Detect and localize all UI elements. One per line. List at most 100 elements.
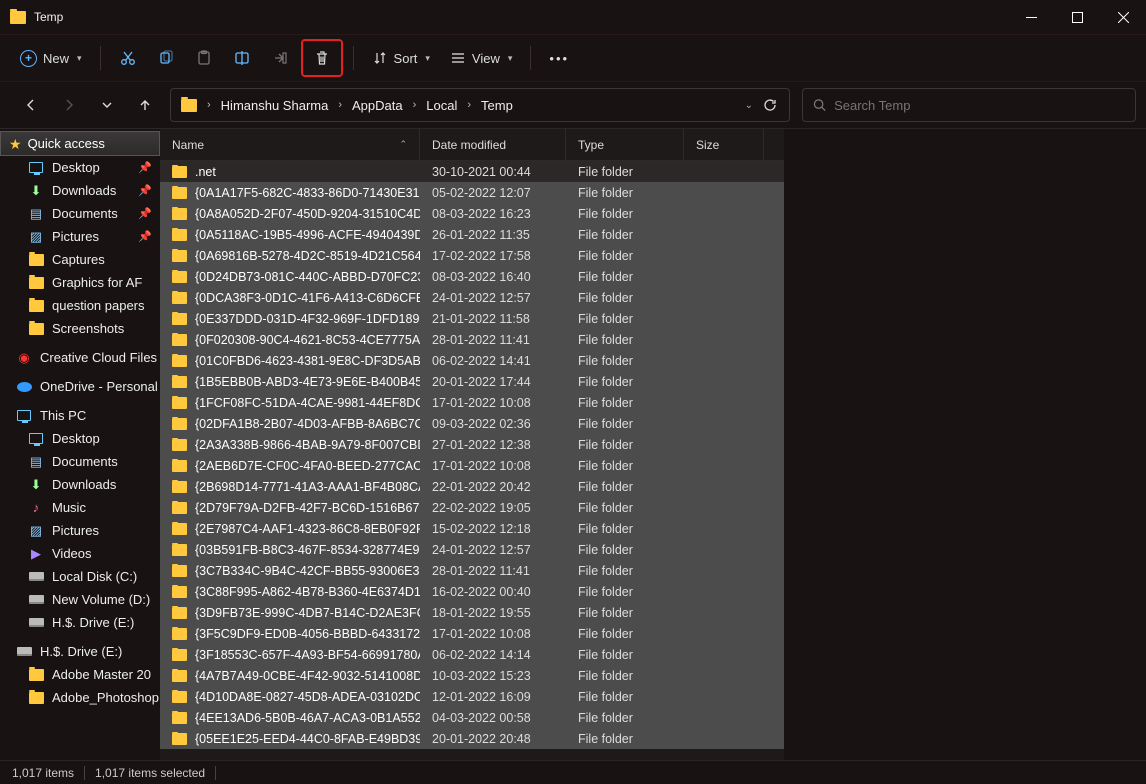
sidebar-downloads2[interactable]: ⬇Downloads bbox=[0, 473, 160, 496]
sidebar-am[interactable]: Adobe Master 20 bbox=[0, 663, 160, 686]
sidebar-documents[interactable]: ▤Documents📌 bbox=[0, 202, 160, 225]
sidebar-ap[interactable]: Adobe_Photoshop bbox=[0, 686, 160, 709]
file-type: File folder bbox=[566, 291, 684, 305]
breadcrumb-user[interactable]: Himanshu Sharma bbox=[217, 94, 333, 117]
header-name[interactable]: Name⌃ bbox=[160, 129, 420, 160]
sidebar-desktop[interactable]: Desktop📌 bbox=[0, 156, 160, 179]
sort-button[interactable]: Sort ▾ bbox=[364, 41, 438, 75]
more-button[interactable]: ••• bbox=[541, 41, 577, 75]
rows-container[interactable]: .net30-10-2021 00:44File folder{0A1A17F5… bbox=[160, 161, 784, 760]
minimize-button[interactable] bbox=[1008, 0, 1054, 34]
file-row[interactable]: {1FCF08FC-51DA-4CAE-9981-44EF8DCA5...17-… bbox=[160, 392, 784, 413]
sidebar-desktop2[interactable]: Desktop bbox=[0, 427, 160, 450]
file-row[interactable]: {0F020308-90C4-4621-8C53-4CE7775A6A...28… bbox=[160, 329, 784, 350]
file-row[interactable]: {0E337DDD-031D-4F32-969F-1DFD18996...21-… bbox=[160, 308, 784, 329]
file-row[interactable]: .net30-10-2021 00:44File folder bbox=[160, 161, 784, 182]
recent-button[interactable] bbox=[94, 90, 120, 120]
share-button[interactable] bbox=[263, 41, 297, 75]
file-row[interactable]: {4A7B7A49-0CBE-4F42-9032-5141008D4D...10… bbox=[160, 665, 784, 686]
file-row[interactable]: {0A69816B-5278-4D2C-8519-4D21C5646B...17… bbox=[160, 245, 784, 266]
file-row[interactable]: {3C7B334C-9B4C-42CF-BB55-93006E3E9...28-… bbox=[160, 560, 784, 581]
sidebar-captures[interactable]: Captures bbox=[0, 248, 160, 271]
file-row[interactable]: {05EE1E25-EED4-44C0-8FAB-E49BD39420...20… bbox=[160, 728, 784, 749]
sidebar-music[interactable]: ♪Music bbox=[0, 496, 160, 519]
file-row[interactable]: {3C88F995-A862-4B78-B360-4E6374D143...16… bbox=[160, 581, 784, 602]
search-box[interactable] bbox=[802, 88, 1136, 122]
refresh-icon[interactable] bbox=[763, 98, 777, 112]
file-row[interactable]: {2E7987C4-AAF1-4323-86C8-8EB0F92F23...15… bbox=[160, 518, 784, 539]
sidebar-hse[interactable]: H.$. Drive (E:) bbox=[0, 611, 160, 634]
file-row[interactable]: {2D79F79A-D2FB-42F7-BC6D-1516B6710...22-… bbox=[160, 497, 784, 518]
sidebar-videos[interactable]: ▶Videos bbox=[0, 542, 160, 565]
sidebar-ccf[interactable]: ◉Creative Cloud Files bbox=[0, 346, 160, 369]
header-size[interactable]: Size bbox=[684, 129, 764, 160]
quick-access[interactable]: ★Quick access bbox=[0, 131, 160, 156]
file-row[interactable]: {03B591FB-B8C3-467F-8534-328774E9BD...24… bbox=[160, 539, 784, 560]
file-list: Name⌃ Date modified Type Size .net30-10-… bbox=[160, 129, 784, 760]
close-button[interactable] bbox=[1100, 0, 1146, 34]
file-explorer-window: Temp + New ▾ Sort ▾ View ▾ bbox=[0, 0, 1146, 784]
chevron-right-icon[interactable]: › bbox=[205, 99, 213, 111]
sidebar[interactable]: ★Quick access Desktop📌 ⬇Downloads📌 ▤Docu… bbox=[0, 129, 160, 760]
forward-button[interactable] bbox=[56, 90, 82, 120]
drive-icon bbox=[17, 647, 32, 656]
file-row[interactable]: {02DFA1B8-2B07-4D03-AFBB-8A6BC7C0...09-0… bbox=[160, 413, 784, 434]
file-row[interactable]: {0DCA38F3-0D1C-41F6-A413-C6D6CFB4...24-0… bbox=[160, 287, 784, 308]
sidebar-onedrive[interactable]: OneDrive - Personal bbox=[0, 375, 160, 398]
file-row[interactable]: {0A1A17F5-682C-4833-86D0-71430E31EF...05… bbox=[160, 182, 784, 203]
chevron-right-icon[interactable]: › bbox=[411, 99, 419, 111]
chevron-right-icon[interactable]: › bbox=[336, 99, 344, 111]
file-row[interactable]: {4EE13AD6-5B0B-46A7-ACA3-0B1A55237...04-… bbox=[160, 707, 784, 728]
sidebar-graphics[interactable]: Graphics for AF bbox=[0, 271, 160, 294]
breadcrumb-appdata[interactable]: AppData bbox=[348, 94, 407, 117]
file-row[interactable]: {01C0FBD6-4623-4381-9E8C-DF3D5ABF8...06-… bbox=[160, 350, 784, 371]
folder-icon bbox=[29, 277, 44, 289]
sidebar-hse2[interactable]: H.$. Drive (E:) bbox=[0, 640, 160, 663]
pictures-icon: ▨ bbox=[28, 230, 44, 244]
cut-button[interactable] bbox=[111, 41, 145, 75]
file-row[interactable]: {2B698D14-7771-41A3-AAA1-BF4B08CA0...22-… bbox=[160, 476, 784, 497]
download-icon: ⬇ bbox=[28, 478, 44, 492]
address-bar[interactable]: › Himanshu Sharma › AppData › Local › Te… bbox=[170, 88, 790, 122]
search-input[interactable] bbox=[834, 98, 1125, 113]
file-row[interactable]: {1B5EBB0B-ABD3-4E73-9E6E-B400B45B1...20-… bbox=[160, 371, 784, 392]
file-row[interactable]: {2A3A338B-9866-4BAB-9A79-8F007CBD8...27-… bbox=[160, 434, 784, 455]
sidebar-thispc[interactable]: This PC bbox=[0, 404, 160, 427]
up-button[interactable] bbox=[132, 90, 158, 120]
back-button[interactable] bbox=[18, 90, 44, 120]
star-icon: ★ bbox=[9, 137, 22, 151]
paste-button[interactable] bbox=[187, 41, 221, 75]
file-row[interactable]: {0A8A052D-2F07-450D-9204-31510C4DA...08-… bbox=[160, 203, 784, 224]
pc-icon bbox=[17, 410, 31, 421]
delete-button[interactable] bbox=[305, 43, 339, 73]
file-row[interactable]: {2AEB6D7E-CF0C-4FA0-BEED-277CAC5E3...17-… bbox=[160, 455, 784, 476]
file-row[interactable]: {0A5118AC-19B5-4996-ACFE-4940439D9...26-… bbox=[160, 224, 784, 245]
chevron-down-icon[interactable]: ⌄ bbox=[745, 100, 753, 111]
sidebar-newvol[interactable]: New Volume (D:) bbox=[0, 588, 160, 611]
sidebar-localc[interactable]: Local Disk (C:) bbox=[0, 565, 160, 588]
view-button[interactable]: View ▾ bbox=[442, 41, 520, 75]
sidebar-downloads[interactable]: ⬇Downloads📌 bbox=[0, 179, 160, 202]
sidebar-documents2[interactable]: ▤Documents bbox=[0, 450, 160, 473]
clipboard-icon bbox=[196, 50, 212, 66]
sidebar-pictures2[interactable]: ▨Pictures bbox=[0, 519, 160, 542]
file-type: File folder bbox=[566, 627, 684, 641]
file-row[interactable]: {3D9FB73E-999C-4DB7-B14C-D2AE3FC7A...18-… bbox=[160, 602, 784, 623]
header-type[interactable]: Type bbox=[566, 129, 684, 160]
sidebar-screenshots[interactable]: Screenshots bbox=[0, 317, 160, 340]
copy-button[interactable] bbox=[149, 41, 183, 75]
rename-icon bbox=[234, 50, 250, 66]
sidebar-pictures[interactable]: ▨Pictures📌 bbox=[0, 225, 160, 248]
new-button[interactable]: + New ▾ bbox=[12, 41, 90, 75]
sidebar-qp[interactable]: question papers bbox=[0, 294, 160, 317]
file-row[interactable]: {3F18553C-657F-4A93-BF54-66991780AE6...0… bbox=[160, 644, 784, 665]
rename-button[interactable] bbox=[225, 41, 259, 75]
file-row[interactable]: {0D24DB73-081C-440C-ABBD-D70FC2371...08-… bbox=[160, 266, 784, 287]
file-row[interactable]: {4D10DA8E-0827-45D8-ADEA-03102DC2...12-0… bbox=[160, 686, 784, 707]
breadcrumb-temp[interactable]: Temp bbox=[477, 94, 517, 117]
chevron-right-icon[interactable]: › bbox=[465, 99, 473, 111]
file-row[interactable]: {3F5C9DF9-ED0B-4056-BBBD-64331725E5...17… bbox=[160, 623, 784, 644]
header-date[interactable]: Date modified bbox=[420, 129, 566, 160]
maximize-button[interactable] bbox=[1054, 0, 1100, 34]
breadcrumb-local[interactable]: Local bbox=[422, 94, 461, 117]
